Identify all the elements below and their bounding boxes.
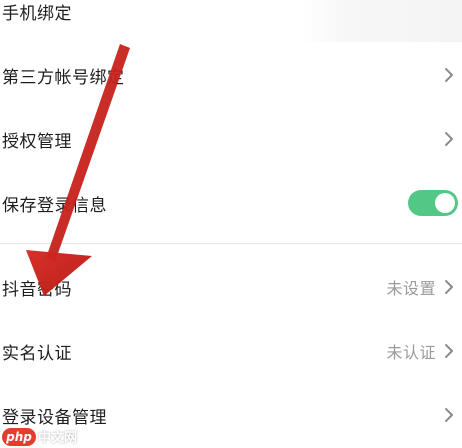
row-real-name[interactable]: 实名认证 未认证	[0, 319, 462, 383]
row-save-login: 保存登录信息	[0, 171, 462, 235]
row-label: 登录设备管理	[2, 407, 107, 428]
row-label: 授权管理	[2, 131, 72, 152]
row-label: 抖音密码	[2, 279, 72, 300]
row-label: 手机绑定	[2, 3, 72, 24]
row-douyin-password[interactable]: 抖音密码 未设置	[0, 255, 462, 319]
row-value: 未设置	[386, 279, 436, 298]
watermark-logo: php	[2, 427, 36, 446]
row-value: 未认证	[386, 343, 436, 362]
chevron-right-icon	[442, 341, 456, 361]
section-divider	[0, 243, 462, 244]
chevron-right-icon	[442, 277, 456, 297]
chevron-right-icon	[442, 405, 456, 425]
toggle-knob	[435, 193, 455, 213]
row-third-party-binding[interactable]: 第三方帐号绑定	[0, 43, 462, 107]
row-phone-binding[interactable]: 手机绑定	[0, 0, 462, 43]
save-login-toggle[interactable]	[408, 190, 458, 216]
watermark: php 中文网	[2, 427, 77, 446]
row-authorization[interactable]: 授权管理	[0, 107, 462, 171]
row-label: 实名认证	[2, 343, 72, 364]
row-label: 保存登录信息	[2, 195, 107, 216]
watermark-text: 中文网	[38, 431, 78, 446]
chevron-right-icon	[442, 65, 456, 85]
row-label: 第三方帐号绑定	[2, 67, 125, 88]
chevron-right-icon	[442, 129, 456, 149]
